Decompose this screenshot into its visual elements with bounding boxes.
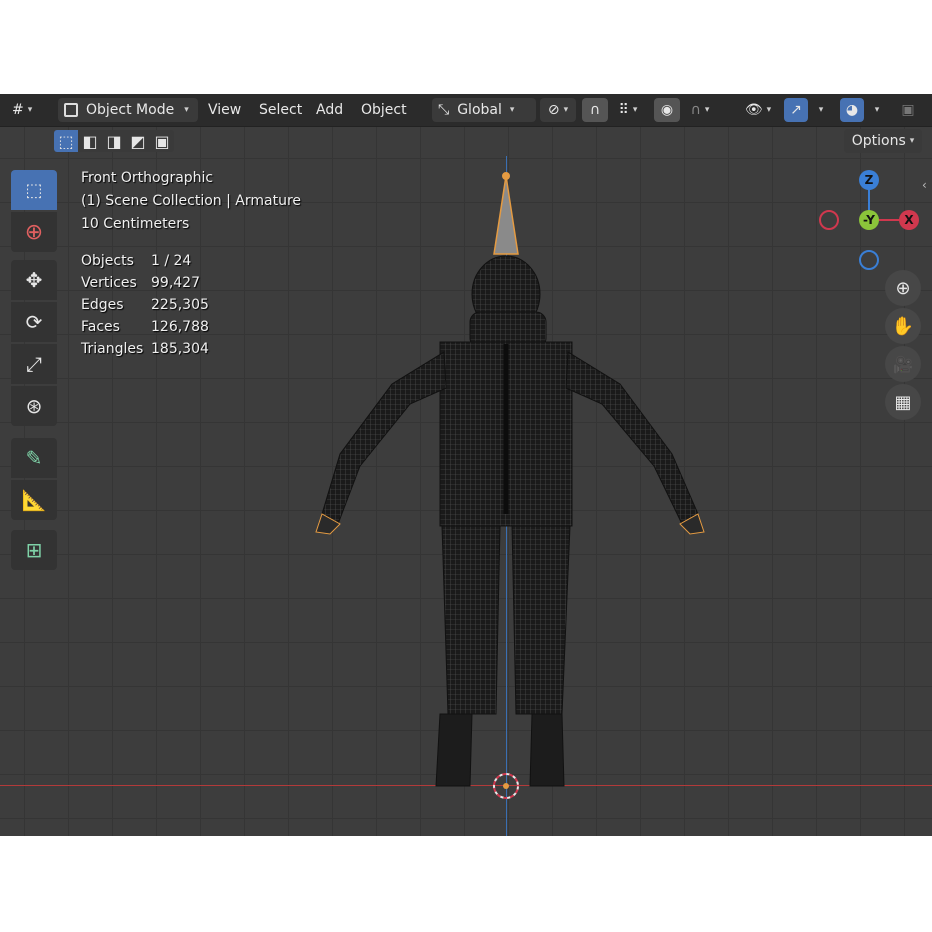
overlay-toggle[interactable]: ◕: [840, 98, 864, 122]
gizmo-neg-y-axis[interactable]: -Y: [859, 210, 879, 230]
grid-ortho-icon: ▦: [894, 391, 912, 413]
gizmo-dropdown[interactable]: ▾: [810, 98, 828, 122]
annotate-icon: ✎: [25, 446, 43, 470]
snap-target-dropdown[interactable]: ⠿ ▾: [610, 98, 646, 122]
tool-settings-bar: ⬚ ◧ ◨ ◩ ▣ Options ▾: [0, 126, 932, 156]
pan-button[interactable]: ✋: [885, 308, 921, 344]
zoom-icon: ⊕: [895, 277, 911, 299]
armature-bone: [493, 175, 519, 255]
ortho-toggle-button[interactable]: ▦: [885, 384, 921, 420]
falloff-dropdown[interactable]: ∩ ▾: [682, 98, 718, 122]
gizmo-neg-z-axis[interactable]: [859, 250, 879, 270]
3d-viewport[interactable]: # ▾ Object Mode ▾ View Select Add Object …: [0, 94, 932, 836]
proportional-edit-toggle[interactable]: ◉: [654, 98, 680, 122]
gizmo-x-axis[interactable]: X: [899, 210, 919, 230]
options-label: Options: [851, 133, 906, 149]
menu-view[interactable]: View: [208, 98, 241, 122]
object-mode-icon: [64, 103, 78, 117]
collection-info: (1) Scene Collection | Armature: [81, 193, 302, 209]
select-box-icon: ⬚: [25, 179, 43, 201]
hand-pan-icon: ✋: [891, 315, 915, 337]
pivot-point-dropdown[interactable]: ⊘ ▾: [540, 98, 576, 122]
select-subtract-icon[interactable]: ◨: [102, 130, 126, 152]
scale-icon: ⤢: [26, 352, 42, 376]
select-difference-icon[interactable]: ◩: [126, 130, 150, 152]
eye-icon: 👁: [744, 102, 763, 118]
proportional-edit-icon: ◉: [660, 102, 674, 118]
tool-measure[interactable]: 📐: [11, 480, 57, 520]
stat-row: Edges 225,305: [81, 297, 209, 313]
overlay-dropdown[interactable]: ▾: [866, 98, 884, 122]
rotate-icon: ⟳: [25, 310, 43, 334]
visibility-dropdown[interactable]: 👁 ▾: [740, 98, 776, 122]
stat-row: Triangles 185,304: [81, 341, 209, 357]
tool-scale[interactable]: ⤢: [11, 344, 57, 384]
stat-row: Vertices 99,427: [81, 275, 200, 291]
mode-label: Object Mode: [86, 102, 175, 118]
tool-cursor[interactable]: ⊕: [11, 212, 57, 252]
grid-editor-icon: #: [12, 102, 24, 118]
falloff-curve-icon: ∩: [690, 102, 701, 118]
add-cube-icon: ⊞: [25, 538, 43, 562]
viewport-header: # ▾ Object Mode ▾ View Select Add Object …: [0, 94, 932, 127]
transform-orientation-dropdown[interactable]: ⤡ Global ▾: [432, 98, 536, 122]
select-extend-icon[interactable]: ◧: [78, 130, 102, 152]
xray-toggle[interactable]: ▣: [896, 98, 920, 122]
snap-increment-icon: ⠿: [618, 102, 629, 118]
overlay-circles-icon: ◕: [845, 102, 859, 118]
tool-transform[interactable]: ⊛: [11, 386, 57, 426]
tool-rotate[interactable]: ⟳: [11, 302, 57, 342]
menu-add[interactable]: Add: [316, 98, 343, 122]
magnet-icon: ∩: [589, 102, 601, 118]
tool-move[interactable]: ✥: [11, 260, 57, 300]
xray-icon: ▣: [901, 102, 915, 118]
camera-view-button[interactable]: 🎥: [885, 346, 921, 382]
grid-scale: 10 Centimeters: [81, 216, 190, 232]
tool-select-box[interactable]: ⬚: [11, 170, 57, 210]
scene-statistics: Objects 1 / 24 Vertices 99,427 Edges 225,30…: [81, 250, 209, 360]
orientation-label: Global: [457, 102, 502, 118]
gizmo-neg-x-axis[interactable]: [819, 210, 839, 230]
select-intersect-icon[interactable]: ▣: [150, 130, 174, 152]
selection-mode-group: ⬚ ◧ ◨ ◩ ▣: [54, 130, 174, 152]
mode-dropdown[interactable]: Object Mode ▾: [58, 98, 198, 122]
tool-add-cube[interactable]: ⊞: [11, 530, 57, 570]
camera-icon: 🎥: [893, 354, 913, 374]
pivot-icon: ⊘: [547, 102, 560, 118]
menu-select[interactable]: Select: [259, 98, 302, 122]
options-dropdown[interactable]: Options ▾: [844, 129, 922, 153]
zoom-button[interactable]: ⊕: [885, 270, 921, 306]
stat-row: Faces 126,788: [81, 319, 209, 335]
editor-type-button[interactable]: # ▾: [12, 98, 48, 122]
tool-annotate[interactable]: ✎: [11, 438, 57, 478]
gizmo-arrow-icon: ↗: [790, 102, 802, 118]
transform-icon: ⊛: [25, 394, 43, 418]
gizmo-z-axis[interactable]: Z: [859, 170, 879, 190]
orientation-icon: ⤡: [438, 102, 450, 118]
view-name: Front Orthographic: [81, 170, 214, 186]
sidebar-toggle-arrow[interactable]: ‹: [922, 178, 927, 192]
measure-icon: 📐: [21, 488, 47, 512]
snap-toggle[interactable]: ∩: [582, 98, 608, 122]
select-new-icon[interactable]: ⬚: [54, 130, 78, 152]
cursor-icon: ⊕: [24, 219, 44, 245]
move-icon: ✥: [25, 268, 43, 292]
menu-object[interactable]: Object: [361, 98, 407, 122]
gizmo-toggle[interactable]: ↗: [784, 98, 808, 122]
stat-row: Objects 1 / 24: [81, 253, 192, 269]
